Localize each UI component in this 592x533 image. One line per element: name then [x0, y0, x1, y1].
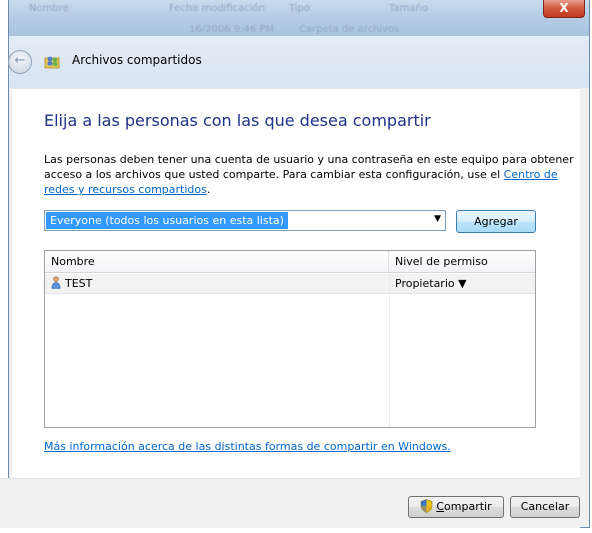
background-row-type: Carpeta de archivos [299, 24, 400, 35]
column-header-name[interactable]: Nombre [45, 251, 389, 273]
back-arrow-icon: ← [14, 53, 26, 68]
column-header-permission[interactable]: Nivel de permiso [389, 251, 535, 273]
share-button[interactable]: Compartir [408, 496, 504, 518]
back-button[interactable]: ← [8, 50, 32, 74]
add-button[interactable]: Agregar [456, 210, 536, 233]
share-accelerator: C [436, 500, 445, 513]
permissions-table: Nombre Nivel de permiso TEST Propietario… [44, 250, 536, 428]
chevron-down-icon[interactable]: ▼ [434, 214, 441, 224]
user-name-cell: TEST [51, 274, 92, 293]
close-button[interactable]: X [543, 0, 585, 18]
window-title: Archivos compartidos [72, 53, 202, 67]
user-select-combobox[interactable]: Everyone (todos los usuarios en esta lis… [44, 210, 446, 231]
shared-folder-users-icon [44, 56, 60, 69]
cancel-button[interactable]: Cancelar [510, 496, 580, 518]
background-column-name: Nombre [29, 3, 69, 14]
dialog-description: Las personas deben tener una cuenta de u… [44, 152, 574, 197]
uac-shield-icon [421, 499, 433, 513]
background-row-date: 16/2006 9:46 PM [189, 24, 275, 35]
description-end: . [206, 183, 211, 196]
table-row[interactable]: TEST Propietario ▼ [45, 274, 535, 294]
share-label: ompartir [444, 500, 492, 513]
combo-selected-value: Everyone (todos los usuarios en esta lis… [46, 212, 288, 229]
user-name: TEST [65, 277, 93, 290]
description-text: Las personas deben tener una cuenta de u… [44, 153, 574, 181]
background-column-size: Tamaño [389, 3, 428, 14]
user-icon [51, 276, 61, 289]
dialog-heading: Elija a las personas con las que desea c… [44, 111, 431, 130]
more-info-link[interactable]: Más información acerca de las distintas … [44, 440, 451, 453]
background-column-date: Fecha modificación [169, 3, 266, 14]
title-bar: Nombre Fecha modificación Tipo Tamaño 16… [9, 0, 589, 37]
background-column-type: Tipo [289, 3, 311, 14]
permission-dropdown[interactable]: Propietario ▼ [395, 274, 467, 293]
column-divider [389, 273, 390, 427]
